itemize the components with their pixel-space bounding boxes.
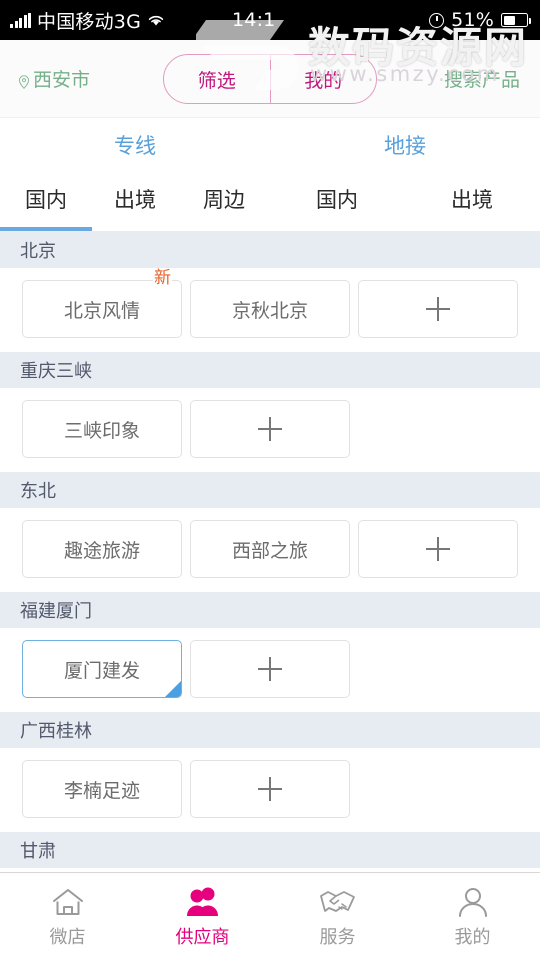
wifi-icon	[147, 13, 165, 27]
tab-4[interactable]: 出境	[451, 184, 493, 214]
tab-bar: 国内 出境 周边 国内 出境	[0, 174, 540, 232]
location-pin-icon	[18, 72, 30, 89]
section-header: 福建厦门	[0, 592, 540, 628]
new-badge: 新	[153, 268, 172, 288]
section-cards: 三峡印象	[0, 388, 540, 472]
segment-mine[interactable]: 我的	[269, 55, 377, 103]
supplier-card-label: 京秋北京	[231, 299, 308, 322]
supplier-card-label: 李楠足迹	[63, 779, 140, 802]
add-supplier-card[interactable]	[358, 280, 518, 338]
suppliers-icon	[185, 884, 221, 918]
status-bar-left: 中国移动3G	[0, 7, 165, 34]
supplier-card[interactable]: 李楠足迹	[22, 760, 182, 818]
supplier-list[interactable]: 北京 北京风情新京秋北京 重庆三峡 三峡印象 东北 趣途旅游 西部之旅 福建厦门 厦门建发 广西桂…	[0, 232, 540, 872]
section-cards: 北京风情新京秋北京	[0, 268, 540, 352]
app-header: 西安市 筛选 我的 搜索产品	[0, 40, 540, 118]
battery-icon	[501, 13, 531, 27]
supplier-card-label: 趣途旅游	[63, 539, 140, 562]
plus-icon	[258, 657, 282, 681]
supplier-card[interactable]: 三峡印象	[22, 400, 182, 458]
supplier-card[interactable]: 西部之旅	[190, 520, 350, 578]
nav-item-label: 服务	[319, 927, 356, 948]
clock-label: 14:1	[232, 9, 276, 31]
add-supplier-card[interactable]	[190, 400, 350, 458]
battery-percent-label: 51%	[451, 9, 494, 31]
carrier-label: 中国移动3G	[37, 10, 142, 33]
section-cards: 厦门建发	[0, 628, 540, 712]
supplier-card[interactable]: 北京风情新	[22, 270, 182, 338]
category-group-0[interactable]: 专线	[114, 130, 156, 160]
section-cards: 趣途旅游 西部之旅	[0, 508, 540, 592]
supplier-card-label: 厦门建发	[63, 659, 140, 682]
add-supplier-card[interactable]	[190, 640, 350, 698]
plus-icon	[426, 537, 450, 561]
section-cards: 李楠足迹	[0, 748, 540, 832]
alarm-clock-icon	[429, 12, 445, 28]
section-header: 重庆三峡	[0, 352, 540, 388]
tab-2[interactable]: 周边	[203, 184, 245, 214]
supplier-card[interactable]: 趣途旅游	[22, 520, 182, 578]
nav-item-微店[interactable]: 微店	[0, 873, 135, 960]
location-label: 西安市	[33, 69, 91, 91]
plus-icon	[258, 777, 282, 801]
handshake-icon	[318, 884, 358, 918]
bottom-navigation: 微店 供应商 服务 我的	[0, 872, 540, 960]
signal-icon	[10, 12, 31, 28]
person-icon	[457, 884, 489, 918]
add-supplier-card[interactable]	[358, 520, 518, 578]
add-supplier-card[interactable]	[190, 760, 350, 818]
tab-1[interactable]: 出境	[114, 184, 156, 214]
status-bar: 中国移动3G 14:1 51%	[0, 0, 540, 40]
segment-filter[interactable]: 筛选	[164, 55, 270, 103]
supplier-card-label: 北京风情	[63, 299, 140, 322]
supplier-card-label: 三峡印象	[63, 419, 140, 442]
segmented-control: 筛选 我的	[163, 54, 377, 104]
plus-icon	[426, 297, 450, 321]
selected-check-icon	[147, 663, 181, 697]
segment-filter-label: 筛选	[197, 69, 236, 92]
section-header: 东北	[0, 472, 540, 508]
section-header: 甘肃	[0, 832, 540, 868]
location-selector[interactable]: 西安市	[18, 65, 90, 92]
category-group-row: 专线 地接	[0, 118, 540, 174]
nav-item-label: 供应商	[175, 927, 230, 948]
nav-item-label: 我的	[454, 927, 491, 948]
supplier-card-label: 西部之旅	[231, 539, 308, 562]
tab-0-active[interactable]: 国内	[25, 184, 67, 214]
nav-item-我的[interactable]: 我的	[405, 873, 540, 960]
supplier-card[interactable]: 京秋北京	[190, 280, 350, 338]
search-product-button[interactable]: 搜索产品	[444, 65, 520, 92]
home-icon	[51, 884, 85, 918]
section-header: 北京	[0, 232, 540, 268]
category-group-1[interactable]: 地接	[384, 130, 426, 160]
tab-3[interactable]: 国内	[316, 184, 358, 214]
supplier-card[interactable]: 厦门建发	[22, 640, 182, 698]
nav-item-label: 微店	[49, 927, 86, 948]
tab-active-underline	[0, 227, 92, 231]
section-header: 广西桂林	[0, 712, 540, 748]
segment-mine-label: 我的	[304, 69, 343, 92]
status-bar-right: 51%	[429, 0, 531, 40]
nav-item-服务[interactable]: 服务	[270, 873, 405, 960]
nav-item-供应商[interactable]: 供应商	[135, 873, 270, 960]
search-product-label: 搜索产品	[443, 69, 520, 91]
plus-icon	[258, 417, 282, 441]
